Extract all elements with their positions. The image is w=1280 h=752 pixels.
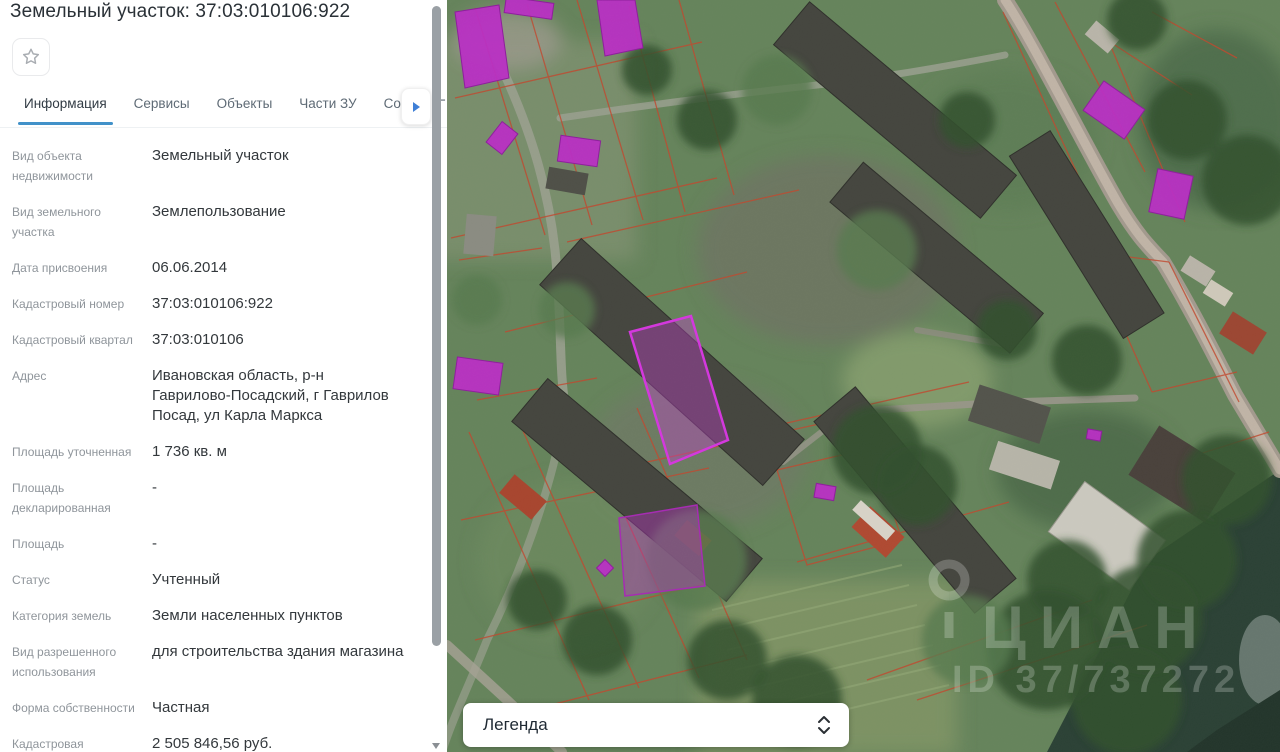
field-row: Кадастровый номер 37:03:010106:922 [12,295,273,312]
page-title: Земельный участок: 37:03:010106:922 [10,1,351,22]
tab-information[interactable]: Информация [18,88,113,125]
tab-bar: Информация Сервисы Объекты Части ЗУ Сост… [0,88,447,128]
tab-objects[interactable]: Объекты [217,88,273,125]
map-canvas: ЦИАН ID 37/737272 [447,0,1280,752]
field-row: Статус Учтенный [12,571,221,588]
panel-scrollbar-thumb[interactable] [432,6,441,646]
info-panel: Земельный участок: 37:03:010106:922 Инфо… [0,0,447,752]
tab-parts[interactable]: Части ЗУ [299,88,356,125]
field-row: Форма собственности Частная [12,699,210,716]
field-row: Площадь декларированная - [12,479,157,515]
satellite-map[interactable]: ЦИАН ID 37/737272 Легенда [447,0,1280,752]
triangle-right-icon [412,101,420,112]
unfold-chevrons-icon [818,716,830,734]
field-row: Вид разрешенного использования для строит… [12,643,404,679]
legend-toggle[interactable]: Легенда [463,703,849,747]
star-icon [22,48,40,64]
favorite-button[interactable] [12,38,50,76]
field-row: Площадь - [12,535,157,552]
field-row: Площадь уточненная 1 736 кв. м [12,443,227,460]
cadastral-viewer: Земельный участок: 37:03:010106:922 Инфо… [0,0,1280,752]
scrollbar-down-arrow-icon[interactable] [432,743,440,749]
legend-label: Легенда [483,715,548,734]
attribute-list: Вид объекта недвижимости Земельный участо… [0,128,430,752]
field-row: Категория земель Земли населенных пунктов [12,607,343,624]
field-row: Вид земельного участка Землепользование [12,203,286,239]
field-row: Кадастровый квартал 37:03:010106 [12,331,244,348]
field-row: Адрес Ивановская область, р-н Гаврилово-П… [12,367,389,424]
field-row: Кадастровая 2 505 846,56 руб. [12,735,273,752]
tab-services[interactable]: Сервисы [134,88,190,125]
field-row: Вид объекта недвижимости Земельный участо… [12,147,289,183]
tabs-scroll-right-button[interactable] [401,88,431,125]
field-row: Дата присвоения 06.06.2014 [12,259,228,276]
